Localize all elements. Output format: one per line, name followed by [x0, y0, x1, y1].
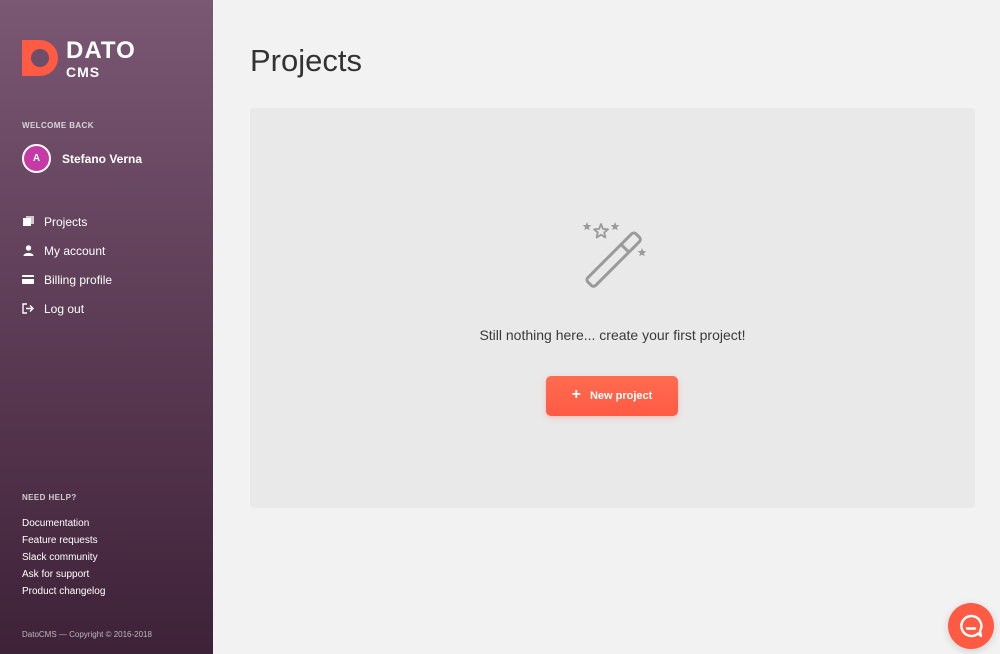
- welcome-label: WELCOME BACK: [22, 121, 94, 130]
- projects-icon: [22, 216, 34, 228]
- copyright: DatoCMS — Copyright © 2016-2018: [22, 630, 152, 639]
- sidebar-item-billing-profile[interactable]: Billing profile: [22, 265, 112, 294]
- help-link-slack-community[interactable]: Slack community: [22, 551, 105, 568]
- help-link-documentation[interactable]: Documentation: [22, 517, 105, 534]
- dato-logo-icon: [22, 40, 58, 76]
- user-name: Stefano Verna: [62, 151, 143, 166]
- help-title: NEED HELP?: [22, 493, 77, 502]
- new-project-button[interactable]: + New project: [546, 376, 678, 416]
- sidebar-item-projects[interactable]: Projects: [22, 207, 112, 236]
- logo[interactable]: DATO CMS: [22, 37, 136, 80]
- chat-button[interactable]: [948, 603, 994, 649]
- logo-subtitle: CMS: [66, 64, 101, 80]
- empty-state-card: [250, 108, 975, 508]
- help-link-product-changelog[interactable]: Product changelog: [22, 585, 105, 602]
- magic-wand-icon: [582, 222, 647, 288]
- user-profile[interactable]: A Stefano Verna: [22, 144, 142, 173]
- chat-icon: [960, 614, 983, 638]
- help-links: Documentation Feature requests Slack com…: [22, 517, 105, 602]
- sidebar-item-label: Billing profile: [44, 272, 113, 287]
- empty-state-message: Still nothing here... create your first …: [479, 327, 746, 343]
- sidebar-item-my-account[interactable]: My account: [22, 236, 112, 265]
- avatar: A: [22, 144, 51, 173]
- sidebar-item-log-out[interactable]: Log out: [22, 294, 112, 323]
- sidebar: DATO CMS WELCOME BACK A Stefano Verna Pr…: [0, 0, 213, 654]
- logo-title: DATO: [66, 37, 136, 64]
- new-project-label: New project: [589, 390, 653, 402]
- sidebar-item-label: Log out: [44, 301, 85, 316]
- sidebar-item-label: My account: [44, 243, 106, 258]
- sidebar-nav: Projects My account Billing profile Log …: [22, 207, 112, 323]
- plus-icon: +: [571, 386, 581, 403]
- logout-icon: [22, 303, 34, 315]
- sidebar-item-label: Projects: [44, 214, 88, 229]
- page-title: Projects: [250, 43, 362, 78]
- credit-card-icon: [22, 274, 34, 286]
- user-icon: [22, 245, 34, 257]
- help-link-feature-requests[interactable]: Feature requests: [22, 534, 105, 551]
- help-link-ask-for-support[interactable]: Ask for support: [22, 568, 105, 585]
